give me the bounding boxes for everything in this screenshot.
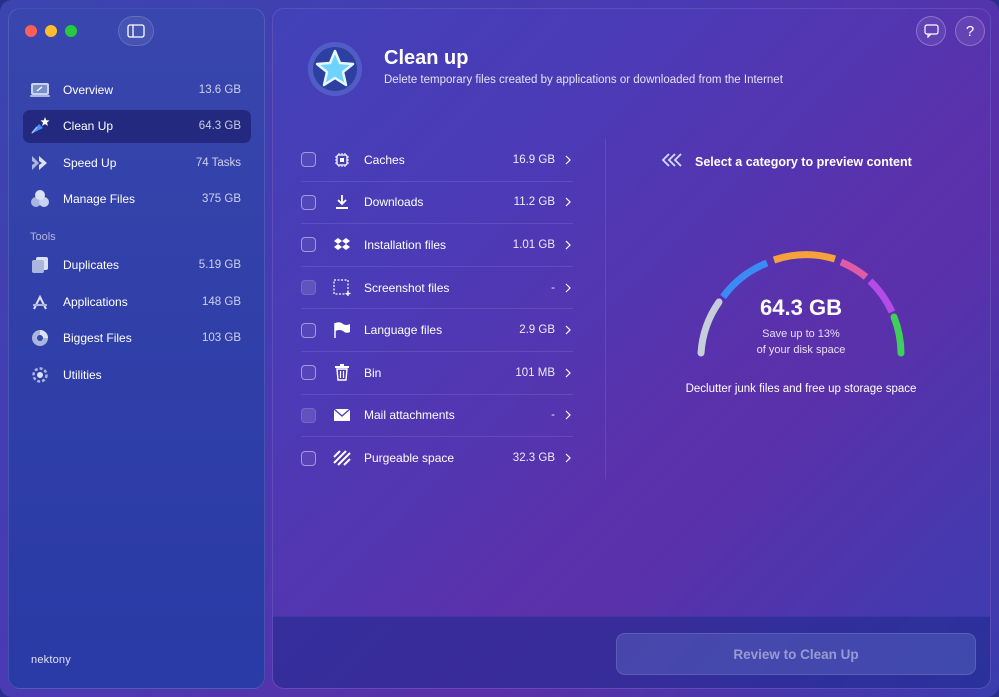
app-window: Overview 13.6 GB Clean Up 64.3 GB Speed … (0, 0, 999, 697)
help-button[interactable]: ? (955, 16, 985, 46)
sidebar-item-speed-up[interactable]: Speed Up 74 Tasks (23, 146, 251, 179)
chevron-right-icon[interactable] (565, 197, 573, 207)
category-row-downloads[interactable]: Downloads 11.2 GB (301, 182, 573, 225)
app-store-icon (29, 291, 51, 313)
review-to-clean-up-button[interactable]: Review to Clean Up (616, 633, 976, 675)
category-row-bin[interactable]: Bin 101 MB (301, 352, 573, 395)
declutter-text: Declutter junk files and free up storage… (685, 383, 917, 395)
screenshot-icon (333, 278, 351, 297)
category-row-purgeable-space[interactable]: Purgeable space 32.3 GB (301, 437, 573, 480)
list-divider (605, 139, 606, 479)
category-checkbox[interactable] (301, 152, 316, 168)
category-row-screenshot-files[interactable]: Screenshot files - (301, 267, 573, 310)
chat-bubble-icon (923, 24, 939, 38)
brand-logo: nektony (31, 654, 71, 666)
category-checkbox[interactable] (301, 365, 316, 381)
sidebar-item-overview[interactable]: Overview 13.6 GB (23, 73, 251, 106)
laptop-icon (29, 79, 51, 101)
question-mark-icon: ? (965, 22, 975, 40)
category-list: Caches 16.9 GB Downloads 11.2 GB Install… (301, 139, 573, 480)
chevron-right-icon[interactable] (565, 368, 573, 378)
page-subtitle: Delete temporary files created by applic… (384, 74, 783, 86)
double-chevron-left-icon (661, 153, 683, 170)
feedback-button[interactable] (916, 16, 946, 46)
trash-icon (333, 364, 351, 382)
category-checkbox[interactable] (301, 280, 316, 296)
flag-icon (333, 321, 351, 339)
cubes-icon (29, 188, 51, 210)
speed-chevrons-icon (29, 152, 51, 174)
gauge-savings-subtext: of your disk space (756, 344, 846, 356)
chevron-right-icon[interactable] (565, 155, 573, 165)
minimize-window-button[interactable] (45, 25, 57, 37)
sidebar-item-duplicates[interactable]: Duplicates 5.19 GB (23, 249, 251, 282)
stripes-icon (333, 449, 351, 467)
category-row-installation-files[interactable]: Installation files 1.01 GB (301, 224, 573, 267)
main-panel: ? Clean up Delete temporary files create… (272, 8, 991, 689)
footer-bar: Review to Clean Up (273, 616, 990, 688)
dropbox-icon (333, 236, 351, 254)
chip-icon (333, 151, 351, 169)
gauge-segment (720, 259, 769, 300)
tools-section-header: Tools (30, 230, 56, 243)
close-window-button[interactable] (25, 25, 37, 37)
sidebar-item-utilities[interactable]: Utilities (23, 358, 251, 391)
category-checkbox[interactable] (301, 237, 316, 253)
chevron-right-icon[interactable] (565, 410, 573, 420)
sidebar-item-manage-files[interactable]: Manage Files 375 GB (23, 183, 251, 216)
zoom-window-button[interactable] (65, 25, 77, 37)
preview-hint: Select a category to preview content (661, 153, 912, 170)
sidebar-toggle-icon (127, 24, 145, 38)
sidebar-nav: Overview 13.6 GB Clean Up 64.3 GB Speed … (23, 73, 251, 395)
chevron-right-icon[interactable] (565, 283, 573, 293)
mail-icon (333, 406, 351, 424)
gauge-segment (772, 251, 837, 264)
gauge-savings-text: Save up to 13% (762, 328, 840, 340)
chevron-right-icon[interactable] (565, 453, 573, 463)
sidebar-toggle-button[interactable] (118, 16, 154, 46)
pie-icon (29, 327, 51, 349)
category-row-caches[interactable]: Caches 16.9 GB (301, 139, 573, 182)
page-title: Clean up (384, 47, 469, 69)
gear-icon (29, 364, 51, 386)
sidebar-item-applications[interactable]: Applications 148 GB (23, 285, 251, 318)
gauge-segment (839, 258, 869, 280)
download-icon (333, 193, 351, 211)
sidebar-item-biggest-files[interactable]: Biggest Files 103 GB (23, 322, 251, 355)
category-checkbox[interactable] (301, 407, 316, 423)
clean-up-star-icon (307, 41, 363, 97)
sparkle-broom-icon (29, 115, 51, 137)
category-checkbox[interactable] (301, 322, 316, 338)
chevron-right-icon[interactable] (565, 240, 573, 250)
category-row-mail-attachments[interactable]: Mail attachments - (301, 395, 573, 438)
duplicates-icon (29, 254, 51, 276)
sidebar: Overview 13.6 GB Clean Up 64.3 GB Speed … (8, 8, 265, 689)
chevron-right-icon[interactable] (565, 325, 573, 335)
category-checkbox[interactable] (301, 194, 316, 210)
sidebar-item-clean-up[interactable]: Clean Up 64.3 GB (23, 109, 251, 143)
category-row-language-files[interactable]: Language files 2.9 GB (301, 309, 573, 352)
category-checkbox[interactable] (301, 450, 316, 466)
gauge-value: 64.3 GB (760, 295, 842, 320)
window-controls (25, 25, 77, 37)
